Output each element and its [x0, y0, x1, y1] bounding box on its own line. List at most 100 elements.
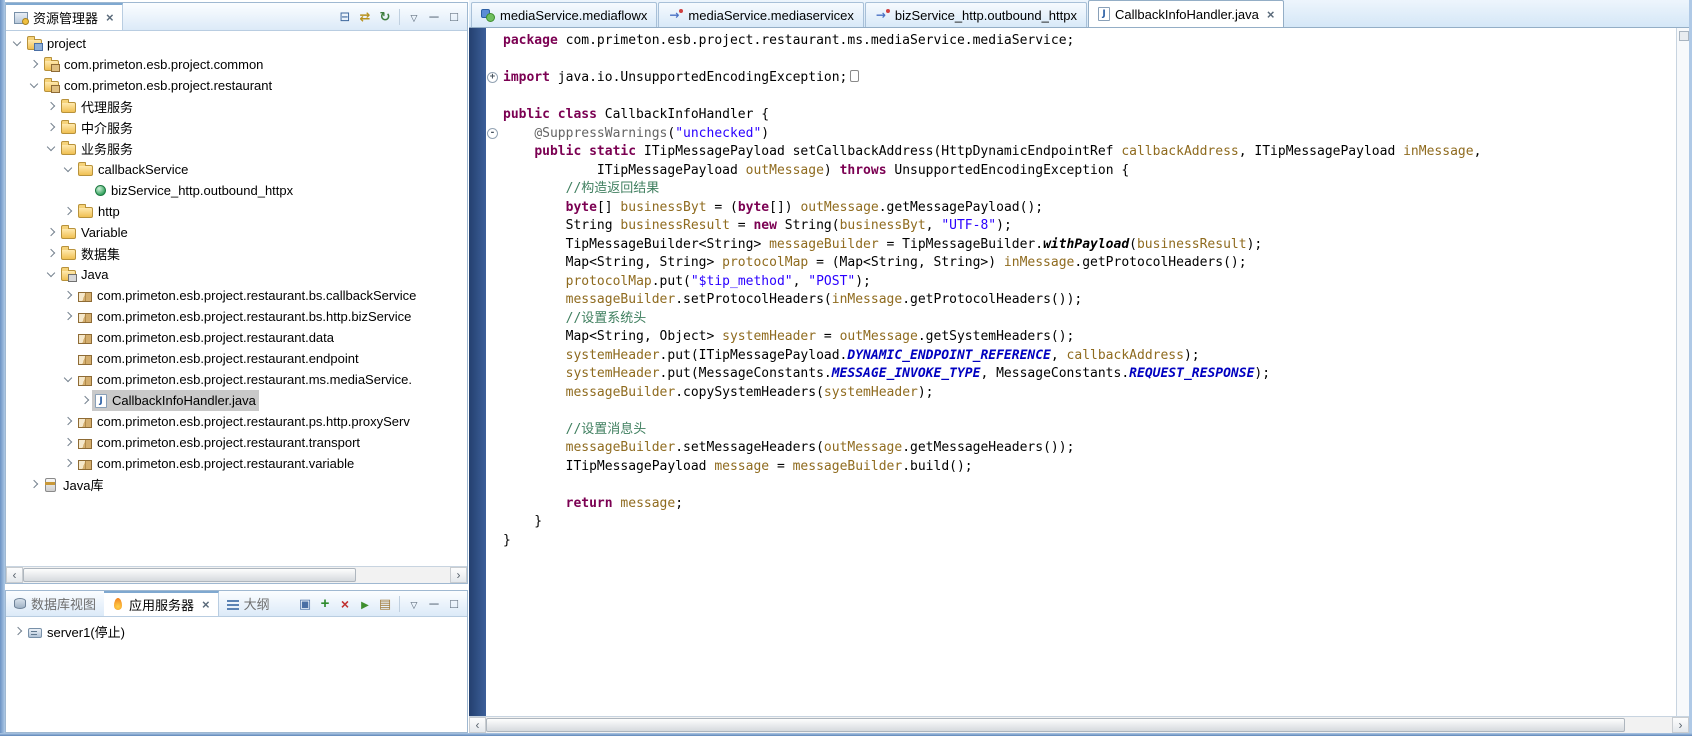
tree-item[interactable]: Java — [6, 264, 467, 285]
tree-item[interactable]: project — [6, 33, 467, 54]
chevron-right-icon[interactable] — [62, 457, 75, 470]
editor-tab[interactable]: mediaService.mediaservicex — [658, 2, 863, 27]
tree-item[interactable]: bizService_http.outbound_httpx — [6, 180, 467, 201]
editor-tab[interactable]: bizService_http.outbound_httpx — [865, 2, 1087, 27]
code-line[interactable]: public static ITipMessagePayload setCall… — [486, 143, 1676, 162]
collapse-all-icon[interactable] — [335, 8, 355, 26]
code-line[interactable]: messageBuilder.copySystemHeaders(systemH… — [486, 384, 1676, 403]
code-line[interactable]: ITipMessagePayload message = messageBuil… — [486, 458, 1676, 477]
code-line[interactable]: return message; — [486, 495, 1676, 514]
code-line[interactable] — [486, 476, 1676, 495]
code-line[interactable]: //设置系统头 — [486, 310, 1676, 329]
minimize-icon[interactable] — [424, 595, 444, 613]
scrollbar-track[interactable] — [23, 567, 450, 583]
code-line[interactable]: ITipMessagePayload outMessage) throws Un… — [486, 162, 1676, 181]
tree-item[interactable]: com.primeton.esb.project.restaurant.bs.h… — [6, 306, 467, 327]
tree-item[interactable]: com.primeton.esb.project.restaurant.endp… — [6, 348, 467, 369]
scrollbar-thumb[interactable] — [23, 568, 356, 582]
tree-item[interactable]: com.primeton.esb.project.restaurant.ms.m… — [6, 369, 467, 390]
chevron-right-icon[interactable] — [62, 415, 75, 428]
chevron-down-icon[interactable] — [11, 37, 24, 50]
code-line[interactable]: systemHeader.put(ITipMessagePayload.DYNA… — [486, 347, 1676, 366]
view-tab[interactable]: 数据库视图 — [6, 591, 104, 616]
delete-server-icon[interactable] — [335, 595, 355, 613]
tree-item[interactable]: com.primeton.esb.project.restaurant.bs.c… — [6, 285, 467, 306]
overview-ruler[interactable] — [1676, 28, 1689, 716]
editor-tab[interactable]: mediaService.mediaflowx — [471, 2, 657, 27]
tree-item[interactable]: 业务服务 — [6, 138, 467, 159]
refresh-icon[interactable] — [375, 8, 395, 26]
code-line[interactable]: String businessResult = new String(busin… — [486, 217, 1676, 236]
tree-item[interactable]: 数据集 — [6, 243, 467, 264]
explorer-hscrollbar[interactable] — [6, 566, 467, 583]
chevron-down-icon[interactable] — [45, 142, 58, 155]
view-menu-icon[interactable] — [404, 8, 424, 26]
chevron-right-icon[interactable] — [12, 625, 25, 638]
code-line[interactable]: Map<String, Object> systemHeader = outMe… — [486, 328, 1676, 347]
chevron-right-icon[interactable] — [62, 289, 75, 302]
code-line[interactable] — [486, 402, 1676, 421]
editor-tab[interactable]: CallbackInfoHandler.java — [1088, 0, 1284, 27]
code-line[interactable]: protocolMap.put("$tip_method", "POST"); — [486, 273, 1676, 292]
chevron-down-icon[interactable] — [62, 373, 75, 386]
explorer-title-tab[interactable]: 资源管理器 — [6, 3, 123, 30]
code-line[interactable]: //构造返回结果 — [486, 180, 1676, 199]
start-server-icon[interactable] — [355, 595, 375, 613]
code-line[interactable]: } — [486, 513, 1676, 532]
tree-item[interactable]: com.primeton.esb.project.restaurant — [6, 75, 467, 96]
code-line[interactable]: byte[] businessByt = (byte[]) outMessage… — [486, 199, 1676, 218]
code-line[interactable]: } — [486, 532, 1676, 551]
scrollbar-thumb[interactable] — [486, 718, 1625, 732]
code-line[interactable]: package com.primeton.esb.project.restaur… — [486, 32, 1676, 51]
code-area[interactable]: package com.primeton.esb.project.restaur… — [486, 28, 1676, 716]
tree-item[interactable]: 代理服务 — [6, 96, 467, 117]
scrollbar-track[interactable] — [486, 717, 1672, 733]
tree-item[interactable]: com.primeton.esb.project.restaurant.vari… — [6, 453, 467, 474]
chevron-right-icon[interactable] — [62, 310, 75, 323]
tree-item[interactable]: com.primeton.esb.project.common — [6, 54, 467, 75]
tree-item[interactable]: CallbackInfoHandler.java — [6, 390, 467, 411]
tree-item[interactable]: com.primeton.esb.project.restaurant.ps.h… — [6, 411, 467, 432]
maximize-icon[interactable] — [444, 8, 464, 26]
code-line[interactable]: Map<String, String> protocolMap = (Map<S… — [486, 254, 1676, 273]
server-item[interactable]: server1(停止) — [6, 621, 467, 642]
chevron-right-icon[interactable] — [45, 100, 58, 113]
chevron-right-icon[interactable] — [45, 247, 58, 260]
chevron-down-icon[interactable] — [62, 163, 75, 176]
chevron-right-icon[interactable] — [45, 226, 58, 239]
code-line[interactable] — [486, 88, 1676, 107]
code-line[interactable] — [486, 51, 1676, 70]
chevron-right-icon[interactable] — [79, 394, 92, 407]
code-line[interactable]: TipMessageBuilder<String> messageBuilder… — [486, 236, 1676, 255]
close-icon[interactable] — [106, 11, 114, 24]
console-icon[interactable] — [295, 595, 315, 613]
chevron-right-icon[interactable] — [62, 436, 75, 449]
chevron-down-icon[interactable] — [28, 79, 41, 92]
chevron-right-icon[interactable] — [45, 121, 58, 134]
close-icon[interactable] — [202, 598, 210, 611]
view-menu-icon[interactable] — [404, 595, 424, 613]
code-line[interactable]: messageBuilder.setMessageHeaders(outMess… — [486, 439, 1676, 458]
tree-item[interactable]: com.primeton.esb.project.restaurant.tran… — [6, 432, 467, 453]
editor-hscrollbar[interactable] — [469, 716, 1689, 733]
tree-item[interactable]: Java库 — [6, 474, 467, 495]
scroll-left-icon[interactable] — [6, 567, 23, 583]
fold-plus-icon[interactable] — [487, 72, 498, 83]
maximize-icon[interactable] — [444, 595, 464, 613]
close-icon[interactable] — [1267, 8, 1275, 21]
fold-minus-icon[interactable] — [487, 128, 498, 139]
chevron-right-icon[interactable] — [62, 205, 75, 218]
chevron-right-icon[interactable] — [28, 478, 41, 491]
code-line[interactable]: @SuppressWarnings("unchecked") — [486, 125, 1676, 144]
code-line[interactable]: systemHeader.put(MessageConstants.MESSAG… — [486, 365, 1676, 384]
link-with-editor-icon[interactable] — [355, 8, 375, 26]
view-tab[interactable]: 应用服务器 — [104, 591, 219, 616]
publish-icon[interactable] — [375, 595, 395, 613]
code-line[interactable]: messageBuilder.setProtocolHeaders(inMess… — [486, 291, 1676, 310]
code-line[interactable]: public class CallbackInfoHandler { — [486, 106, 1676, 125]
tree-item[interactable]: Variable — [6, 222, 467, 243]
scroll-right-icon[interactable] — [1672, 717, 1689, 733]
minimize-icon[interactable] — [424, 8, 444, 26]
tree-item[interactable]: http — [6, 201, 467, 222]
chevron-right-icon[interactable] — [28, 58, 41, 71]
